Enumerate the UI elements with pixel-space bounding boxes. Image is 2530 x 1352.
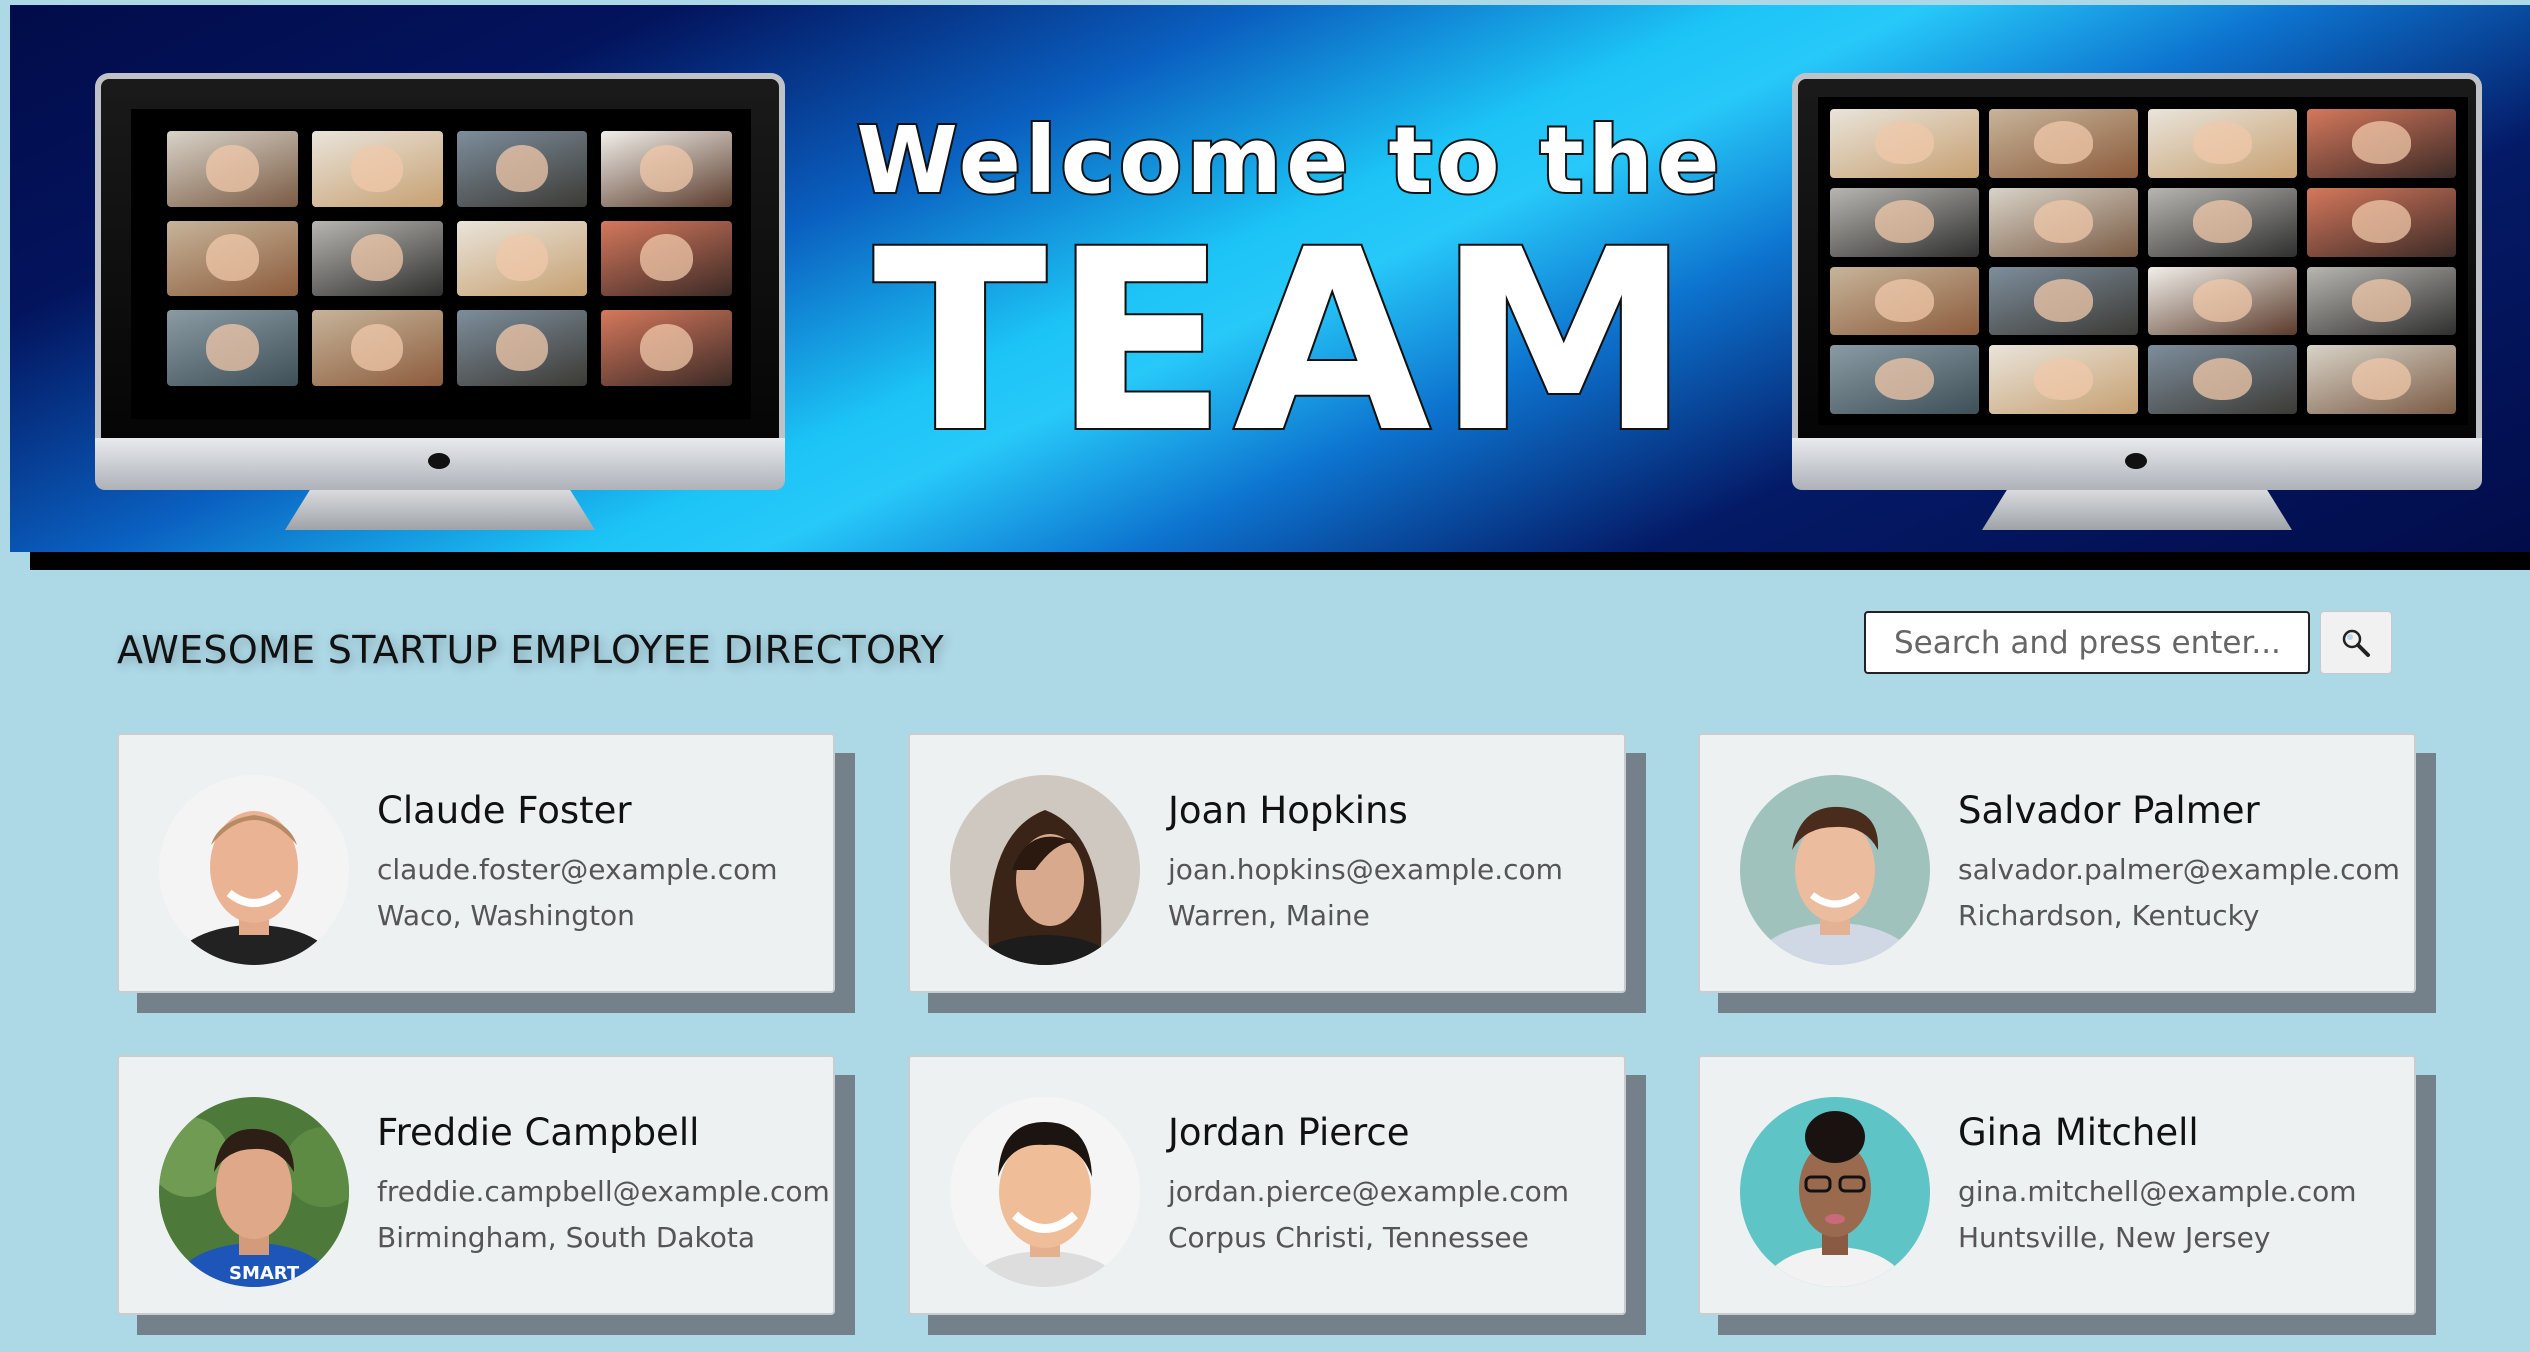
employee-name: Joan Hopkins (1168, 789, 1408, 832)
employee-name: Freddie Campbell (377, 1111, 700, 1154)
banner-title-line2: TEAM (871, 196, 1697, 487)
employee-email: jordan.pierce@example.com (1168, 1175, 1570, 1208)
employee-card[interactable]: Joan Hopkins joan.hopkins@example.com Wa… (908, 733, 1646, 1013)
banner-title-line1: Welcome to the (854, 107, 1724, 214)
card-body: Joan Hopkins joan.hopkins@example.com Wa… (908, 733, 1626, 993)
employee-name: Salvador Palmer (1958, 789, 2260, 832)
employee-name: Claude Foster (377, 789, 632, 832)
employee-name: Jordan Pierce (1168, 1111, 1410, 1154)
team-photo (456, 220, 588, 297)
avatar-image (950, 1097, 1140, 1287)
team-photo (311, 220, 443, 297)
employee-name: Gina Mitchell (1958, 1111, 2199, 1154)
monitor-screen-frame (1792, 73, 2482, 438)
employee-card[interactable]: Jordan Pierce jordan.pierce@example.com … (908, 1055, 1646, 1335)
search-input[interactable] (1864, 611, 2310, 674)
team-photo (2148, 345, 2297, 414)
team-photo (1830, 109, 1979, 178)
employee-location: Waco, Washington (377, 899, 635, 932)
team-photo (2148, 187, 2297, 257)
directory-title: AWESOME STARTUP EMPLOYEE DIRECTORY (117, 628, 945, 672)
team-photo (456, 310, 588, 386)
team-photo (2148, 266, 2297, 336)
team-photo (311, 310, 443, 386)
card-body: Claude Foster claude.foster@example.com … (117, 733, 835, 993)
left-monitor-illustration (95, 73, 795, 533)
monitor-screen (1818, 97, 2468, 425)
employee-card[interactable]: Claude Foster claude.foster@example.com … (117, 733, 855, 1013)
team-photo (1989, 109, 2138, 178)
employee-location: Birmingham, South Dakota (377, 1221, 756, 1254)
monitor-screen (131, 109, 751, 419)
team-photo (456, 131, 588, 207)
team-photo (167, 131, 298, 207)
team-photo (1830, 266, 1979, 336)
avatar-image: SMART (159, 1097, 349, 1287)
employee-email: salvador.palmer@example.com (1958, 853, 2400, 886)
svg-text:SMART: SMART (229, 1263, 300, 1284)
avatar: SMART (159, 1097, 349, 1287)
monitor-stand (285, 490, 595, 530)
employee-card[interactable]: Gina Mitchell gina.mitchell@example.com … (1698, 1055, 2436, 1335)
team-photo (167, 220, 298, 297)
employee-location: Richardson, Kentucky (1958, 899, 2260, 932)
avatar (1740, 1097, 1930, 1287)
employee-location: Huntsville, New Jersey (1958, 1221, 2271, 1254)
avatar-image (159, 775, 349, 965)
employee-card[interactable]: Salvador Palmer salvador.palmer@example.… (1698, 733, 2436, 1013)
team-photo (2148, 109, 2297, 178)
team-photo (2307, 266, 2456, 336)
monitor-logo-dot (2125, 453, 2147, 469)
team-photo (1989, 345, 2138, 414)
team-photo (1830, 187, 1979, 257)
team-photo (167, 310, 298, 386)
team-photo (601, 310, 732, 386)
monitor-stand (1982, 490, 2292, 530)
avatar (950, 775, 1140, 965)
avatar-image (950, 775, 1140, 965)
employee-location: Warren, Maine (1168, 899, 1370, 932)
employee-email: joan.hopkins@example.com (1168, 853, 1563, 886)
card-body: Gina Mitchell gina.mitchell@example.com … (1698, 1055, 2416, 1315)
card-body: Salvador Palmer salvador.palmer@example.… (1698, 733, 2416, 993)
team-photo (1989, 187, 2138, 257)
avatar-image (1740, 1097, 1930, 1287)
team-photo (2307, 345, 2456, 414)
team-photo (601, 220, 732, 297)
search-icon (2342, 629, 2370, 657)
monitor-screen-frame (95, 73, 785, 438)
monitor-logo-dot (428, 453, 450, 469)
team-photo (601, 131, 732, 207)
team-photo (311, 131, 443, 207)
team-photo (2307, 187, 2456, 257)
employee-card[interactable]: SMART Freddie Campbell freddie.campbell@… (117, 1055, 855, 1335)
card-body: Jordan Pierce jordan.pierce@example.com … (908, 1055, 1626, 1315)
avatar (159, 775, 349, 965)
team-photo-grid (167, 131, 732, 386)
right-monitor-illustration (1792, 73, 2492, 533)
employee-email: claude.foster@example.com (377, 853, 778, 886)
hero-banner-image: Welcome to the TEAM (10, 5, 2530, 552)
team-photo (1989, 266, 2138, 336)
avatar (1740, 775, 1930, 965)
search-button[interactable] (2320, 611, 2392, 674)
team-photo (2307, 109, 2456, 178)
avatar (950, 1097, 1140, 1287)
card-body: SMART Freddie Campbell freddie.campbell@… (117, 1055, 835, 1315)
team-photo (1830, 345, 1979, 414)
team-photo-grid (1830, 109, 2456, 414)
employee-email: freddie.campbell@example.com (377, 1175, 830, 1208)
employee-location: Corpus Christi, Tennessee (1168, 1221, 1529, 1254)
avatar-image (1740, 775, 1930, 965)
employee-email: gina.mitchell@example.com (1958, 1175, 2357, 1208)
hero-banner: Welcome to the TEAM (0, 0, 2530, 575)
